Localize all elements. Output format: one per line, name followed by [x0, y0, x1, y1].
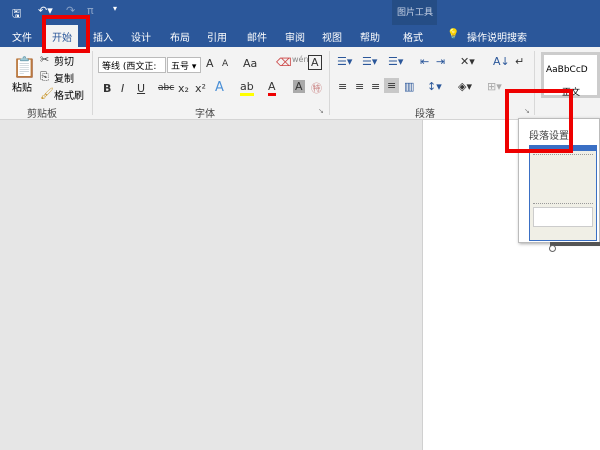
decrease-indent-icon[interactable]: ⇤ — [420, 55, 429, 68]
clear-format-icon[interactable]: ⌫ — [276, 56, 292, 69]
chinese-layout-icon[interactable]: ✕▾ — [460, 55, 475, 68]
font-dialog-launcher-icon[interactable]: ↘ — [318, 107, 324, 115]
paragraph-dialog-preview — [529, 145, 597, 241]
cut-button[interactable]: 剪切 — [54, 53, 74, 68]
paste-icon: 📋 — [12, 55, 37, 79]
tab-format[interactable]: 格式 — [403, 29, 423, 44]
paste-button[interactable]: 粘贴 — [12, 79, 32, 94]
clipboard-group-label: 剪贴板 — [27, 109, 57, 120]
save-icon[interactable]: 🖫 — [12, 5, 21, 24]
strikethrough-button[interactable]: abc — [158, 83, 174, 93]
enclose-char-icon[interactable]: ㊕ — [311, 80, 322, 96]
bold-button[interactable]: B — [103, 82, 111, 95]
grow-font-button[interactable]: A — [206, 57, 214, 70]
tab-file[interactable]: 文件 — [12, 29, 32, 44]
numbering-icon[interactable]: ☰▾ — [362, 55, 377, 68]
superscript-button[interactable]: x² — [195, 82, 206, 95]
copy-button[interactable]: 复制 — [54, 70, 74, 85]
tab-references[interactable]: 引用 — [207, 29, 227, 44]
font-size-select[interactable]: 五号 ▾ — [167, 57, 201, 73]
font-group-label: 字体 — [195, 109, 215, 120]
tab-review[interactable]: 审阅 — [285, 29, 305, 44]
phonetic-guide-icon[interactable]: wén — [292, 55, 309, 64]
tab-help[interactable]: 帮助 — [360, 29, 380, 44]
font-color-icon[interactable]: A — [268, 80, 276, 96]
italic-button[interactable]: I — [121, 82, 124, 95]
tab-layout[interactable]: 布局 — [170, 29, 190, 44]
copy-icon: ⎘ — [40, 70, 49, 83]
picture-tools-label: 图片工具 — [397, 8, 434, 18]
resize-handle[interactable] — [549, 245, 556, 252]
align-center-icon[interactable]: ≡ — [355, 80, 364, 93]
tab-view[interactable]: 视图 — [322, 29, 342, 44]
tell-me-search[interactable]: 操作说明搜索 — [467, 29, 527, 44]
highlight-home-tab — [42, 15, 90, 53]
distributed-icon[interactable]: ▥ — [404, 80, 414, 93]
sort-icon[interactable]: A↓ — [493, 55, 510, 68]
borders-icon[interactable]: ⊞▾ — [487, 80, 502, 93]
paragraph-group-label: 段落 — [415, 109, 435, 120]
style-preview: AaBbCcD — [546, 65, 588, 75]
multilevel-list-icon[interactable]: ☰▾ — [388, 55, 403, 68]
tab-design[interactable]: 设计 — [131, 29, 151, 44]
line-spacing-icon[interactable]: ↕▾ — [427, 80, 442, 93]
lightbulb-icon: 💡 — [447, 29, 460, 40]
align-left-icon[interactable]: ≡ — [338, 80, 347, 93]
change-case-button[interactable]: Aa — [243, 57, 257, 70]
char-shading-icon[interactable]: A — [293, 80, 305, 93]
align-right-icon[interactable]: ≡ — [371, 80, 380, 93]
font-name-select[interactable]: 等线 (西文正: — [98, 57, 166, 73]
show-marks-icon[interactable]: ↵ — [515, 55, 524, 68]
ribbon-tabs: 文件 开始 插入 设计 布局 引用 邮件 审阅 视图 帮助 格式 💡 操作说明搜… — [0, 25, 600, 47]
tab-insert[interactable]: 插入 — [93, 29, 113, 44]
underline-button[interactable]: U — [137, 82, 145, 95]
char-border-icon[interactable]: A — [308, 55, 322, 70]
justify-icon[interactable]: ≡ — [384, 78, 400, 93]
highlight-paragraph-launcher — [505, 89, 573, 153]
subscript-button[interactable]: x₂ — [178, 82, 189, 95]
text-effects-icon[interactable]: A — [215, 80, 224, 95]
highlight-icon[interactable]: ab — [240, 80, 254, 96]
title-bar: 🖫 ↶▾ ↷ π ▾ — [0, 0, 600, 25]
format-painter-button[interactable]: 格式刷 — [54, 87, 84, 102]
shading-icon[interactable]: ◈▾ — [458, 80, 472, 93]
cut-icon: ✂ — [40, 53, 50, 66]
format-painter-icon: 🖌 — [40, 87, 54, 100]
tab-mailings[interactable]: 邮件 — [247, 29, 267, 44]
shrink-font-button[interactable]: A — [222, 59, 228, 69]
bullets-icon[interactable]: ☰▾ — [337, 55, 352, 68]
customize-qat-icon[interactable]: ▾ — [113, 4, 117, 13]
increase-indent-icon[interactable]: ⇥ — [436, 55, 445, 68]
image-edge — [550, 242, 600, 246]
